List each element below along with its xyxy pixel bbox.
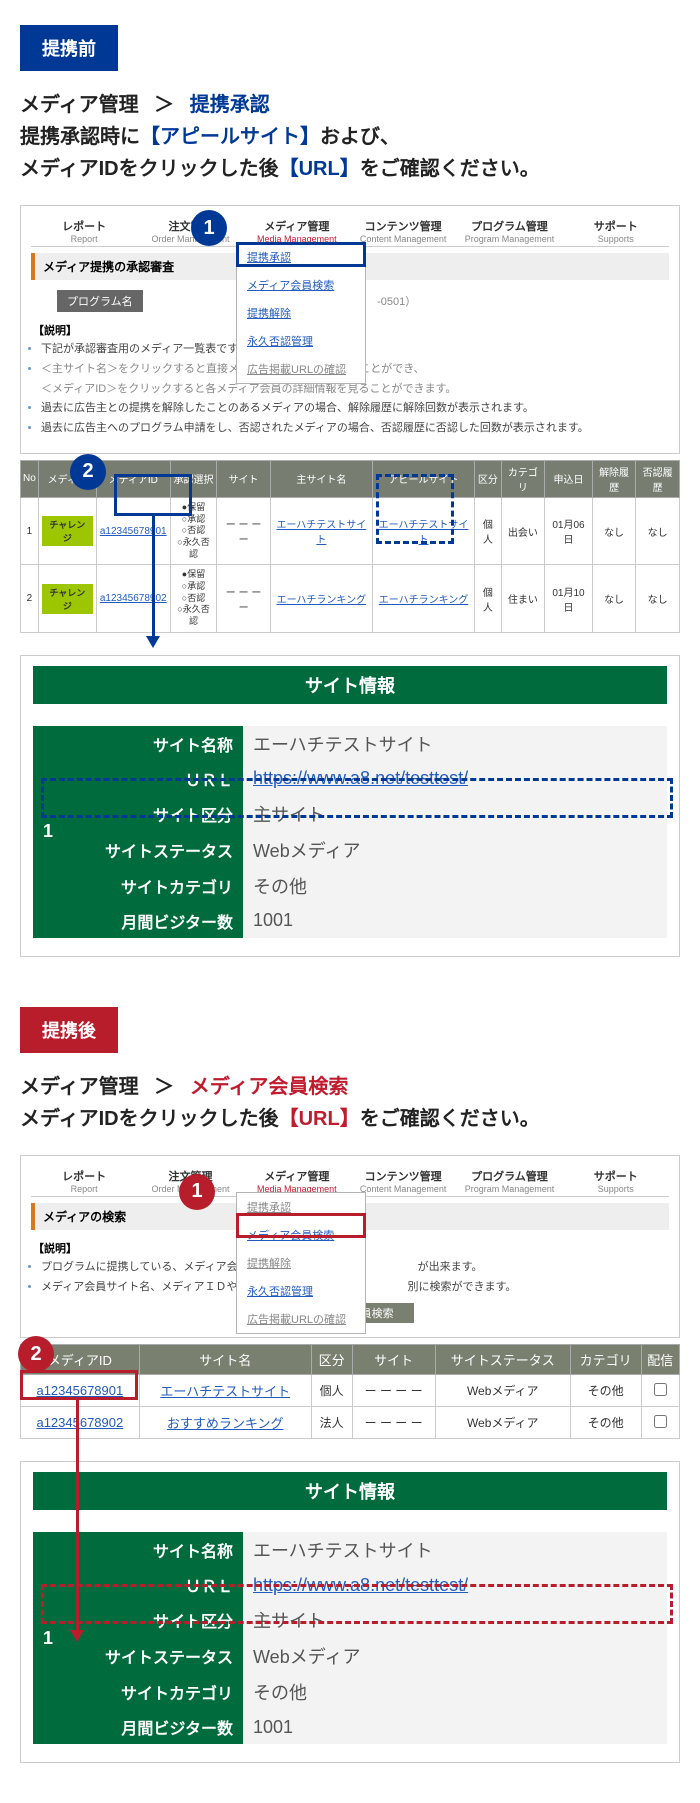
dropdown-ad-url[interactable]: 広告掲載URLの確認 [237,355,365,383]
challenge-badge: チャレンジ [42,584,93,614]
intro-after: メディア管理 ＞ メディア会員検索 メディアIDをクリックした後【URL】をご確… [20,1071,680,1135]
site-detail-table-2: 1サイト名称エーハチテストサイト ＵＲＬhttps://www.a8.net/t… [33,1532,667,1744]
intro-2-l2b: 【URL】 [279,1108,360,1130]
th-site: サイト [217,460,270,497]
callout-2: 2 [70,454,106,490]
intro-keyword: 提携承認 [190,94,270,116]
th-no: No [21,460,39,497]
intro-l3b: 【URL】 [279,158,360,180]
site-detail-table: 1サイト名称エーハチテストサイト ＵＲＬhttps://www.a8.net/t… [33,726,667,938]
deliver-checkbox[interactable] [654,1415,667,1428]
arrow-down-1 [152,516,155,636]
table-row: 2 チャレンジ a12345678902 ●保留○承認○否認○永久否認 ー ー … [21,565,680,632]
media-id-link[interactable]: a12345678902 [96,565,170,632]
th-deny: 否認履歴 [636,460,680,497]
highlight-url-row [41,778,673,818]
appeal-site-link[interactable]: エーハチランキング [372,565,474,632]
main-site-link[interactable]: エーハチランキング [270,565,372,632]
gt-icon: ＞ [154,1071,174,1103]
intro-2-l2c: をご確認ください。 [360,1108,540,1130]
dropdown-ad-url[interactable]: 広告掲載URLの確認 [237,1305,365,1333]
intro-2-l2a: メディアIDをクリックした後 [20,1108,279,1130]
th-date: 申込日 [545,460,593,497]
callout-1: 1 [191,210,227,246]
highlight-dropdown [236,242,366,267]
ui-before: レポートReport 注文管理Order Management メディア管理Me… [20,205,680,454]
nav-report[interactable]: レポートReport [31,214,137,246]
arrow-head-red [70,1630,84,1642]
main-site-link[interactable]: エーハチテストサイト [270,497,372,564]
intro-media: メディア管理 [20,94,139,116]
highlight-appeal [376,474,454,544]
intro-l2c: および、 [320,126,400,148]
deliver-checkbox[interactable] [654,1383,667,1396]
th2-site: サイト [352,1345,435,1375]
intro-media-2: メディア管理 [20,1076,139,1098]
dropdown-perm-deny[interactable]: 永久否認管理 [237,1277,365,1305]
th2-kubun: 区分 [311,1345,352,1375]
challenge-badge: チャレンジ [42,516,93,546]
intro-l3c: をご確認ください。 [360,158,540,180]
approval-radios[interactable]: ●保留○承認○否認○永久否認 [170,565,217,632]
site-name-link[interactable]: エーハチテストサイト [139,1375,311,1407]
section-tag-after: 提携後 [20,1007,118,1053]
intro-l3a: メディアIDをクリックした後 [20,158,279,180]
th2-name: サイト名 [139,1345,311,1375]
site-info-header: サイト情報 [33,666,667,704]
callout-1-red: 1 [179,1174,215,1210]
intro-l2b: 【アピールサイト】 [140,126,320,148]
highlight-url-row-2 [41,1584,673,1624]
nav-program[interactable]: プログラム管理Program Management [456,1164,562,1196]
nav-report[interactable]: レポートReport [31,1164,137,1196]
site-no: 1 [33,726,63,938]
arrow-head-1 [146,636,160,648]
th-rel: 解除履歴 [592,460,636,497]
highlight-media-id-2 [20,1370,138,1400]
ui-after: レポートReport 注文管理Order Management メディア管理Me… [20,1155,680,1339]
intro-before: メディア管理 ＞ 提携承認 提携承認時に【アピールサイト】および、 メディアID… [20,89,680,185]
dropdown-cancel[interactable]: 提携解除 [237,299,365,327]
th2-deliver: 配信 [641,1345,680,1375]
media-id-link-2[interactable]: a12345678902 [21,1407,140,1439]
th2-cat: カテゴリ [570,1345,641,1375]
table-row: a12345678902 おすすめランキング 法人 ー ー ー ー Webメディ… [21,1407,680,1439]
highlight-dropdown-2 [236,1213,366,1238]
intro-keyword-2: メディア会員検索 [190,1076,349,1098]
gt-icon: ＞ [154,89,174,121]
section-tag-before: 提携前 [20,25,118,71]
nav-support[interactable]: サポートSupports [563,214,669,246]
dropdown-cancel[interactable]: 提携解除 [237,1249,365,1277]
site-info-panel-2: サイト情報 1サイト名称エーハチテストサイト ＵＲＬhttps://www.a8… [20,1461,680,1763]
highlight-media-id [114,474,192,516]
th-main: 主サイト名 [270,460,372,497]
program-label: プログラム名 [57,290,143,312]
th2-status: サイトステータス [435,1345,570,1375]
site-info-panel: サイト情報 1サイト名称エーハチテストサイト ＵＲＬhttps://www.a8… [20,655,680,957]
dropdown-perm-deny[interactable]: 永久否認管理 [237,327,365,355]
th-cat: カテゴリ [501,460,545,497]
nav-support[interactable]: サポートSupports [563,1164,669,1196]
site-no: 1 [33,1532,63,1744]
program-value: -0501） [377,296,416,308]
site-info-header-2: サイト情報 [33,1472,667,1510]
intro-l2a: 提携承認時に [20,126,140,148]
site-name-link[interactable]: おすすめランキング [139,1407,311,1439]
nav-program[interactable]: プログラム管理Program Management [456,214,562,246]
dropdown-member-search[interactable]: メディア会員検索 [237,271,365,299]
th-kubun: 区分 [475,460,501,497]
